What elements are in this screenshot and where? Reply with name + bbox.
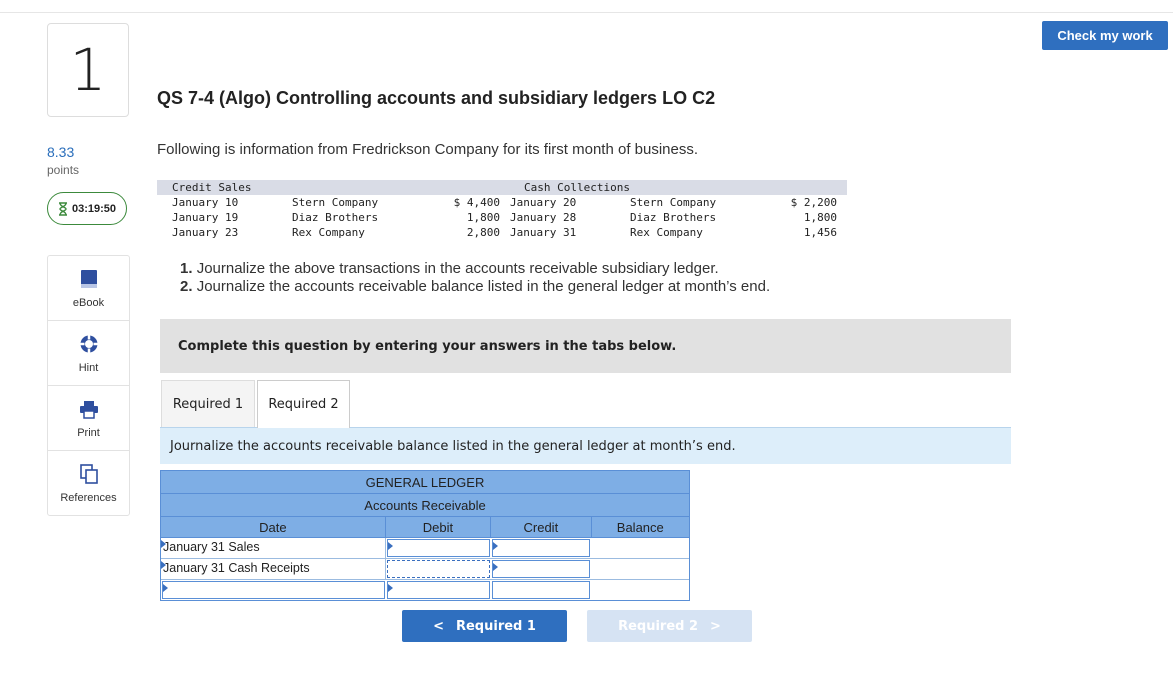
cell-amount: $ 4,400 — [453, 196, 500, 209]
ledger-date-cell: January 31 Cash Receipts — [161, 559, 386, 579]
instruction-number: 2. — [180, 278, 193, 295]
column-date: Date — [161, 517, 386, 537]
cell-date: January 19 — [172, 211, 239, 224]
table-row: January 10 Stern Company $ 4,400 January… — [157, 195, 847, 210]
points-label: points — [47, 163, 80, 177]
tab-required-2[interactable]: Required 2 — [257, 380, 350, 428]
credit-input[interactable] — [492, 560, 590, 578]
transactions-header: Credit Sales Cash Collections — [157, 180, 847, 195]
cell-name: Rex Company — [292, 226, 365, 239]
debit-input[interactable] — [387, 560, 490, 578]
cell-name: Diaz Brothers — [630, 211, 717, 224]
top-divider — [0, 12, 1173, 13]
column-credit: Credit — [491, 517, 592, 537]
credit-input[interactable] — [492, 539, 590, 557]
instruction-text: Journalize the above transactions in the… — [196, 260, 719, 277]
cell-name: Stern Company — [630, 196, 717, 209]
table-row: January 31 Sales — [161, 538, 689, 559]
complete-banner: Complete this question by entering your … — [160, 319, 1011, 373]
tab-instruction: Journalize the accounts receivable balan… — [160, 427, 1011, 464]
transactions-table: Credit Sales Cash Collections January 10… — [157, 180, 847, 240]
debit-input[interactable] — [387, 539, 490, 557]
hint-button[interactable]: Hint — [48, 321, 129, 386]
ebook-button[interactable]: eBook — [48, 256, 129, 321]
cell-date: January 23 — [172, 226, 239, 239]
balance-cell — [591, 538, 689, 558]
prev-label: Required 1 — [455, 618, 536, 634]
cell-amount: 2,800 — [466, 226, 500, 239]
table-row: January 19 Diaz Brothers 1,800 January 2… — [157, 210, 847, 225]
lifebuoy-icon — [79, 333, 99, 355]
instruction-item: 1. Journalize the above transactions in … — [180, 260, 770, 278]
column-balance: Balance — [616, 519, 664, 535]
credit-sales-header: Credit Sales — [172, 181, 252, 194]
question-intro: Following is information from Fredrickso… — [157, 141, 699, 158]
instructions-list: 1. Journalize the above transactions in … — [180, 260, 770, 296]
timer: 03:19:50 — [47, 192, 127, 225]
cell-date: January 10 — [172, 196, 239, 209]
instruction-item: 2. Journalize the accounts receivable ba… — [180, 278, 770, 296]
references-button[interactable]: References — [48, 451, 129, 515]
cell-date: January 20 — [510, 196, 577, 209]
cell-amount: $ 2,200 — [790, 196, 837, 209]
instruction-number: 1. — [180, 260, 193, 277]
next-required-button[interactable]: Required 2 > — [587, 610, 752, 642]
cell-amount: 1,456 — [803, 226, 837, 239]
timer-text: 03:19:50 — [72, 202, 117, 215]
instruction-text: Journalize the accounts receivable balan… — [196, 278, 771, 295]
tool-sidebar: eBook Hint Print References — [47, 255, 130, 516]
hint-label: Hint — [78, 361, 99, 374]
prev-required-button[interactable]: < Required 1 — [402, 610, 567, 642]
points-value: 8.33 — [47, 144, 75, 160]
cell-name: Diaz Brothers — [292, 211, 379, 224]
hourglass-icon — [59, 201, 67, 216]
credit-input[interactable] — [492, 581, 590, 599]
references-label: References — [60, 491, 117, 504]
question-title: QS 7-4 (Algo) Controlling accounts and s… — [157, 88, 716, 108]
table-row: January 23 Rex Company 2,800 January 31 … — [157, 225, 847, 240]
cell-amount: 1,800 — [466, 211, 500, 224]
book-icon — [80, 268, 98, 290]
print-label: Print — [77, 426, 100, 439]
ledger-date-cell: January 31 Sales — [161, 538, 386, 558]
debit-input[interactable] — [387, 581, 490, 599]
balance-cell — [591, 580, 689, 600]
cell-date: January 31 — [510, 226, 577, 239]
chevron-right-icon: > — [710, 618, 721, 634]
cell-name: Rex Company — [630, 226, 703, 239]
ebook-label: eBook — [72, 296, 105, 309]
table-row — [161, 580, 689, 600]
print-button[interactable]: Print — [48, 386, 129, 451]
ledger-account: Accounts Receivable — [161, 494, 689, 517]
general-ledger-table: GENERAL LEDGER Accounts Receivable Date … — [160, 470, 690, 601]
ledger-column-headers: Date Debit Credit Balance — [161, 517, 689, 538]
date-input[interactable] — [162, 581, 385, 599]
cell-date: January 28 — [510, 211, 577, 224]
tab-required-1[interactable]: Required 1 — [161, 380, 255, 427]
copy-icon — [79, 463, 98, 485]
ledger-title: GENERAL LEDGER — [161, 471, 689, 494]
cell-amount: 1,800 — [803, 211, 837, 224]
cell-name: Stern Company — [292, 196, 379, 209]
chevron-left-icon: < — [433, 618, 444, 634]
balance-cell — [591, 559, 689, 579]
check-my-work-button[interactable]: Check my work — [1042, 21, 1168, 50]
table-row: January 31 Cash Receipts — [161, 559, 689, 580]
cash-collections-header: Cash Collections — [524, 181, 630, 194]
column-debit: Debit — [386, 517, 492, 537]
question-number: 1 — [47, 23, 129, 117]
printer-icon — [79, 398, 99, 420]
next-label: Required 2 — [618, 618, 699, 634]
